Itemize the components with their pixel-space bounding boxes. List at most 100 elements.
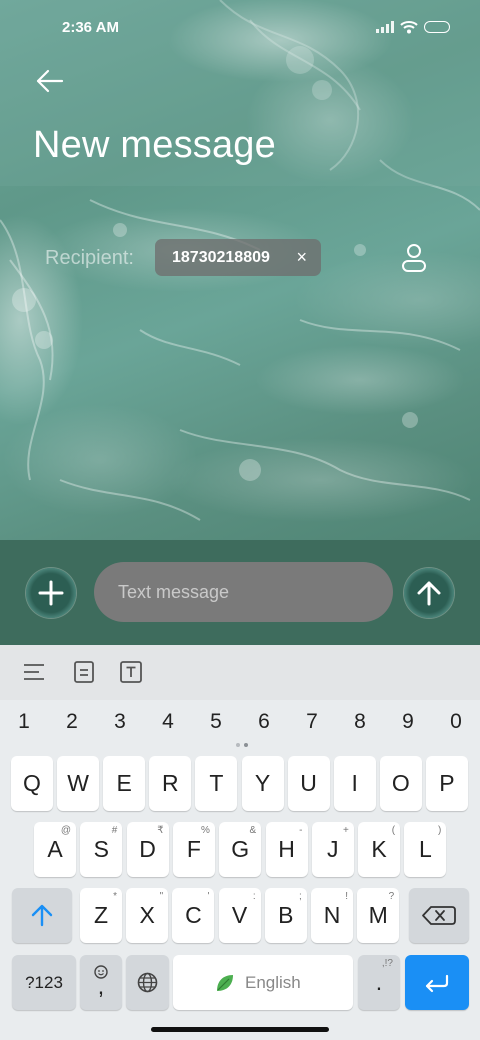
- key-label: L: [418, 836, 432, 862]
- key-label: J: [327, 836, 339, 862]
- key-z[interactable]: * Z: [80, 888, 122, 943]
- key-k[interactable]: (K: [358, 822, 401, 877]
- key-hint: %: [200, 825, 210, 836]
- key-u[interactable]: U: [287, 756, 330, 811]
- keyboard-menu-button[interactable]: [22, 660, 48, 684]
- number-key[interactable]: 2: [52, 710, 92, 734]
- period-key[interactable]: ,!? .: [358, 955, 400, 1010]
- key-e[interactable]: E: [103, 756, 146, 811]
- key-c[interactable]: ' C: [172, 888, 215, 943]
- key-label: M: [368, 902, 388, 928]
- number-key[interactable]: 0: [436, 710, 476, 734]
- number-key[interactable]: 9: [388, 710, 428, 734]
- key-label: Q: [23, 770, 41, 796]
- comma-key[interactable]: ,: [80, 955, 122, 1010]
- key-hint: ': [207, 891, 210, 902]
- space-key[interactable]: English: [173, 955, 353, 1010]
- key-p[interactable]: P: [425, 756, 468, 811]
- language-key[interactable]: [126, 955, 169, 1010]
- plus-icon: [38, 580, 64, 606]
- key-hint: !: [345, 891, 348, 902]
- key-hint: ;: [299, 891, 302, 902]
- key-hint: @: [60, 825, 71, 836]
- key-x[interactable]: " X: [126, 888, 169, 943]
- contact-picker-button[interactable]: [398, 241, 432, 275]
- number-key[interactable]: 5: [196, 710, 236, 734]
- recipient-chip[interactable]: 18730218809 ×: [155, 239, 321, 276]
- text-box-icon: [120, 661, 142, 683]
- send-button[interactable]: [404, 568, 454, 618]
- key-label: G: [231, 836, 250, 862]
- message-input[interactable]: [94, 562, 393, 622]
- clipboard-icon: [74, 661, 94, 683]
- key-s[interactable]: # S: [80, 822, 123, 877]
- recipient-chip-text: 18730218809: [172, 248, 270, 266]
- key-r[interactable]: R: [149, 756, 192, 811]
- key-label: V: [231, 902, 248, 928]
- number-row: 1234567890: [0, 710, 480, 736]
- key-y[interactable]: Y: [241, 756, 284, 811]
- key-l[interactable]: ) L: [404, 822, 447, 877]
- enter-icon: [425, 974, 449, 993]
- key-i[interactable]: I: [333, 756, 376, 811]
- key-label: B: [278, 902, 294, 928]
- leaf-icon: [217, 975, 233, 991]
- add-attachment-button[interactable]: [26, 568, 76, 618]
- keyboard-toolbar: [0, 645, 480, 700]
- number-key[interactable]: 4: [148, 710, 188, 734]
- symbols-key-label: ?123: [25, 973, 63, 992]
- key-label: P: [439, 770, 455, 796]
- key-f[interactable]: % F: [172, 822, 215, 877]
- battery-icon: [424, 21, 450, 33]
- number-key[interactable]: 6: [244, 710, 284, 734]
- key-d[interactable]: ₹ D: [126, 822, 169, 877]
- number-key[interactable]: 3: [100, 710, 140, 734]
- symbols-key[interactable]: ?123: [12, 955, 76, 1010]
- back-button[interactable]: [30, 64, 70, 98]
- key-hint: ?: [388, 891, 395, 902]
- number-key[interactable]: 1: [4, 710, 44, 734]
- backspace-icon: [422, 906, 456, 925]
- clipboard-button[interactable]: [72, 660, 98, 684]
- key-label: R: [161, 770, 179, 796]
- number-key[interactable]: 8: [340, 710, 380, 734]
- key-n[interactable]: ! N: [311, 888, 353, 943]
- shift-arrow-icon: [31, 904, 53, 927]
- key-b[interactable]: ; B: [264, 888, 307, 943]
- key-j[interactable]: + J: [311, 822, 354, 877]
- home-indicator[interactable]: [151, 1027, 329, 1032]
- key-hint: ): [438, 825, 442, 836]
- key-label: U: [300, 770, 317, 796]
- key-h[interactable]: -H: [265, 822, 308, 877]
- key-g[interactable]: & G: [219, 822, 262, 877]
- status-bar: 2:36 AM: [0, 0, 480, 56]
- chip-close-icon[interactable]: ×: [296, 247, 307, 267]
- key-hint: -: [299, 825, 303, 836]
- space-key-label: English: [245, 973, 301, 992]
- key-label: S: [93, 836, 109, 862]
- arrow-up-icon: [417, 581, 441, 606]
- key-label: D: [139, 836, 156, 862]
- key-q[interactable]: Q: [11, 756, 53, 811]
- key-label: A: [47, 836, 63, 862]
- wifi-icon: [400, 21, 418, 34]
- key-label: Z: [93, 902, 109, 928]
- key-v[interactable]: :V: [218, 888, 261, 943]
- person-icon: [402, 244, 426, 272]
- key-m[interactable]: ? M: [357, 888, 400, 943]
- key-label: N: [323, 902, 341, 928]
- key-hint: ₹: [157, 825, 164, 836]
- backspace-key[interactable]: [409, 888, 469, 943]
- text-format-button[interactable]: [119, 660, 145, 684]
- key-o[interactable]: O: [379, 756, 422, 811]
- number-key[interactable]: 7: [292, 710, 332, 734]
- period-key-label: .: [375, 969, 383, 995]
- key-a[interactable]: @ A: [34, 822, 76, 877]
- key-w[interactable]: W: [57, 756, 100, 811]
- shift-key[interactable]: [12, 888, 72, 943]
- key-hint: ": [159, 891, 164, 902]
- key-label: H: [278, 836, 295, 862]
- key-label: E: [116, 770, 132, 796]
- enter-key[interactable]: [405, 955, 469, 1010]
- key-t[interactable]: T: [195, 756, 238, 811]
